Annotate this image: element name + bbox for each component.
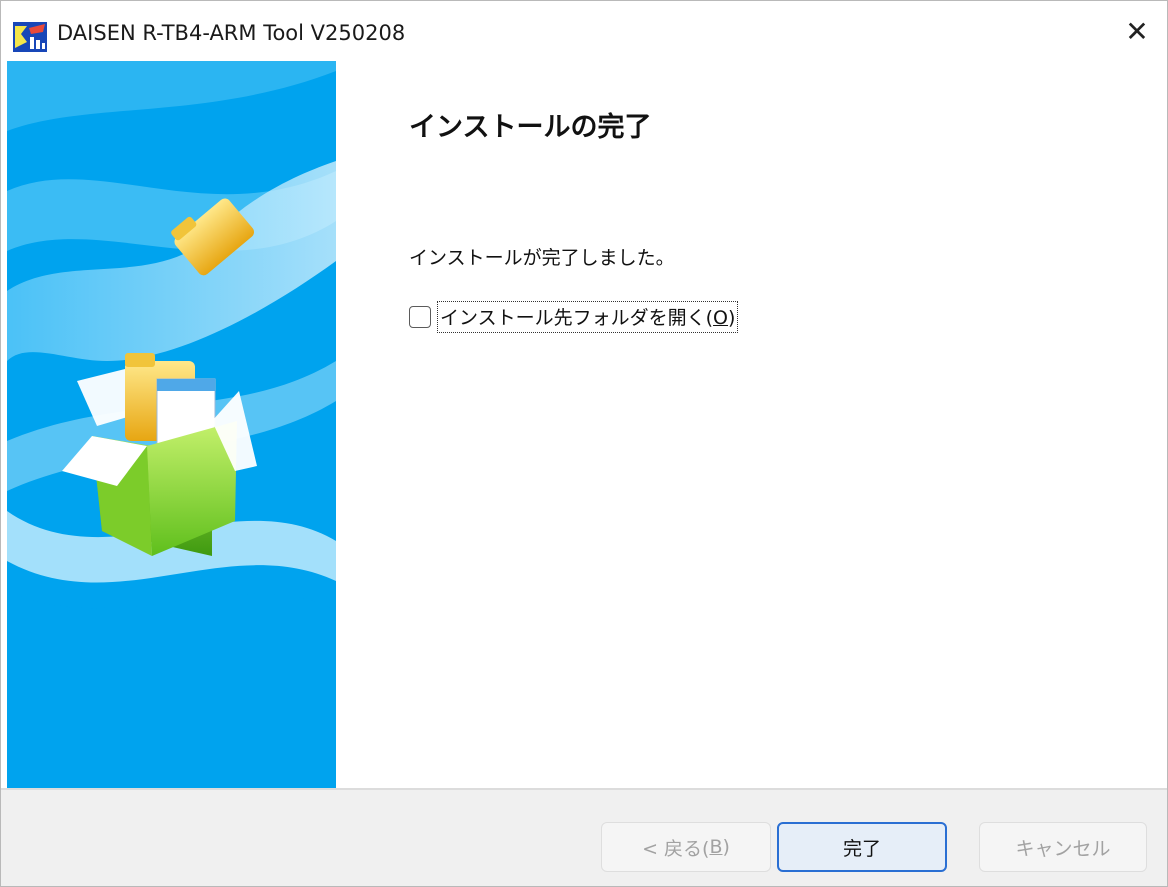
back-label-prefix: < 戻る( xyxy=(642,837,710,860)
open-folder-accelerator: O xyxy=(713,307,729,329)
cancel-button[interactable]: キャンセル xyxy=(979,822,1147,872)
wizard-artwork xyxy=(7,61,336,788)
close-icon: ✕ xyxy=(1125,14,1149,48)
back-label-suffix: ) xyxy=(722,836,730,858)
open-folder-label-prefix: インストール先フォルダを開く( xyxy=(440,307,714,329)
completion-message: インストールが完了しました。 xyxy=(409,247,675,269)
install-box-illustration-icon xyxy=(7,61,336,788)
close-button[interactable]: ✕ xyxy=(1107,1,1167,61)
back-button[interactable]: < 戻る(B) xyxy=(601,822,771,872)
page-title: インストールの完了 xyxy=(409,112,652,143)
checkbox-icon[interactable] xyxy=(409,306,431,328)
finish-button[interactable]: 完了 xyxy=(777,822,947,872)
installer-window: DAISEN R-TB4-ARM Tool V250208 ✕ インストールの完… xyxy=(0,0,1168,887)
open-folder-checkbox[interactable]: インストール先フォルダを開く(O) xyxy=(409,301,739,333)
open-folder-label-suffix: ) xyxy=(728,307,736,329)
title-bar: DAISEN R-TB4-ARM Tool V250208 ✕ xyxy=(1,1,1167,61)
window-title: DAISEN R-TB4-ARM Tool V250208 xyxy=(57,21,406,45)
wizard-content: インストールの完了 インストールが完了しました。 インストール先フォルダを開く(… xyxy=(336,61,1167,788)
open-folder-label[interactable]: インストール先フォルダを開く(O) xyxy=(437,301,739,333)
button-bar: < 戻る(B) 完了 キャンセル xyxy=(1,790,1167,886)
back-accelerator: B xyxy=(709,836,723,858)
app-icon xyxy=(13,22,47,52)
